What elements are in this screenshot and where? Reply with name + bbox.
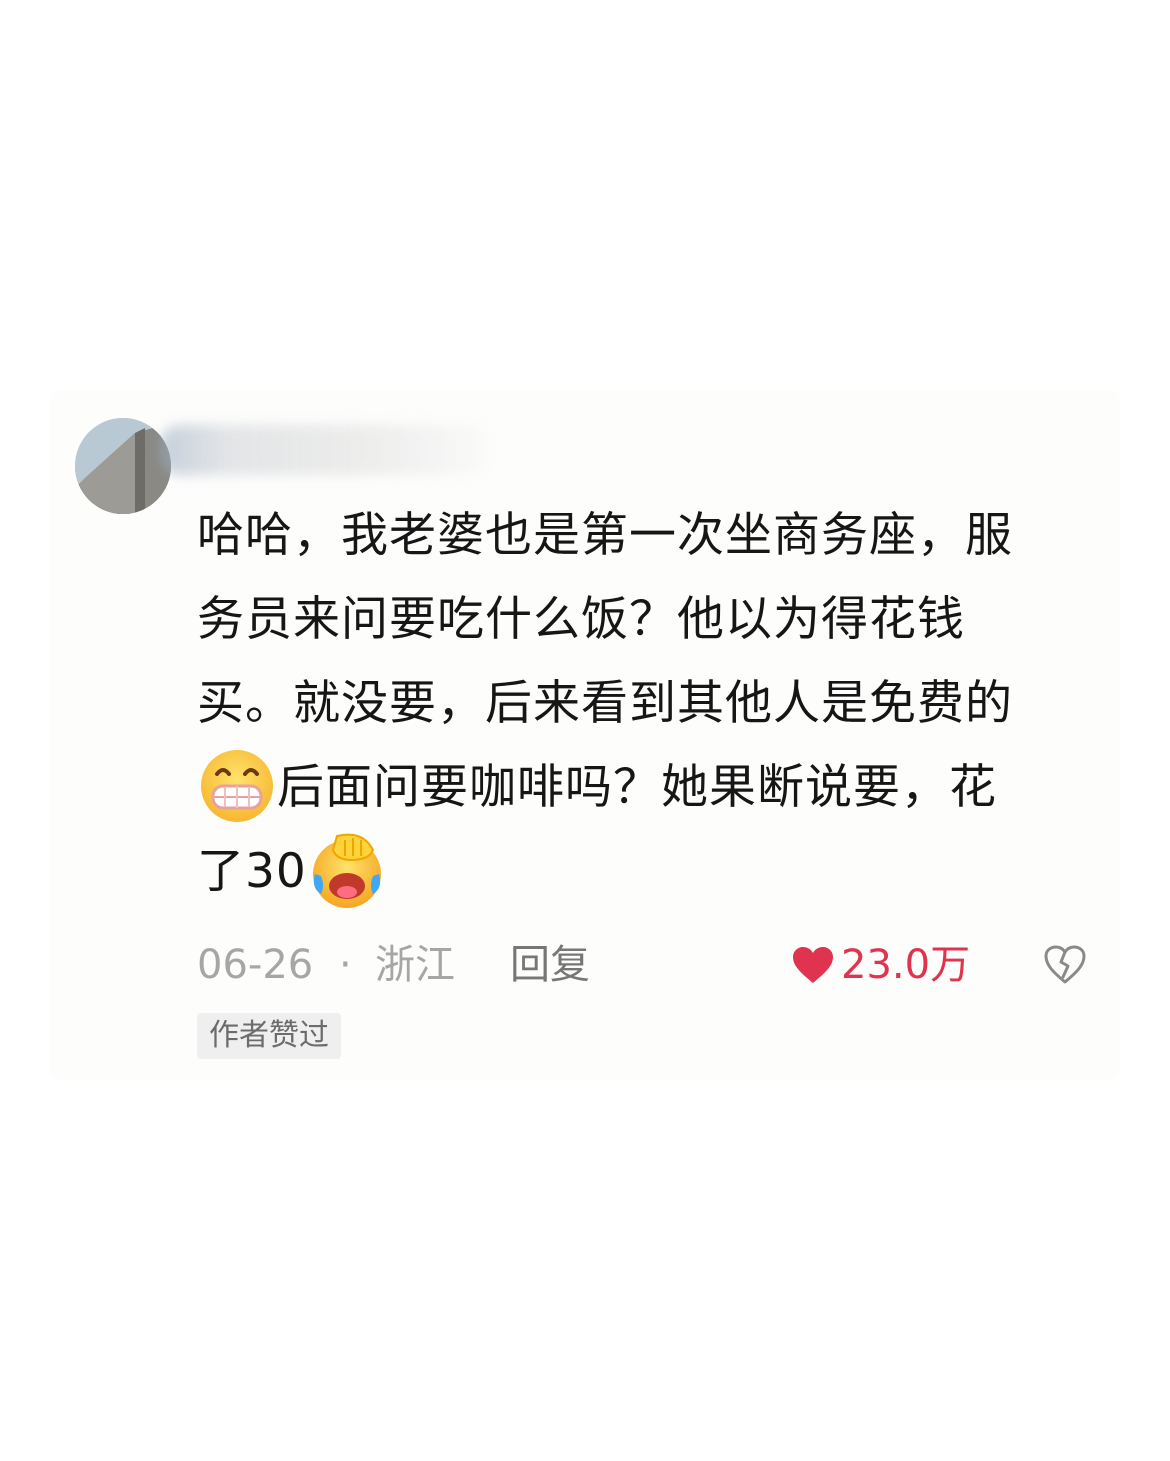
grinning-face-icon [201, 749, 273, 822]
reply-button[interactable]: 回复 [510, 935, 590, 995]
like-button[interactable]: 23.0万 [791, 935, 970, 995]
comment-line: 哈哈，我老婆也是第一次坐商务座，服 [197, 508, 1013, 563]
avatar[interactable] [75, 418, 171, 514]
comment-meta: 06-26 · 浙江 回复 23.0万 [197, 935, 1097, 995]
comment-line: 务员来问要吃什么饭？他以为得花钱 [197, 592, 965, 647]
facepalm-laughing-icon [312, 833, 381, 908]
comment-line-text: 了30 [197, 844, 307, 899]
author-liked-badge: 作者赞过 [197, 1013, 341, 1059]
comment-line-with-emoji: 了30 [197, 830, 1097, 914]
meta-separator: · [339, 942, 352, 988]
broken-heart-icon[interactable] [1043, 943, 1087, 987]
like-count: 23.0万 [841, 942, 971, 988]
heart-icon [793, 947, 833, 983]
comment-text: 哈哈，我老婆也是第一次坐商务座，服 务员来问要吃什么饭？他以为得花钱 买。就没要… [197, 494, 1097, 914]
comment-line-with-emoji: 后面问要咖啡吗？她果断说要，花 [197, 746, 1097, 830]
comment-line: 买。就没要，后来看到其他人是免费的 [197, 676, 1013, 731]
comment-location: 浙江 [375, 942, 455, 988]
comment-date: 06-26 [197, 942, 314, 988]
avatar-icon [75, 418, 171, 514]
username-blurred [160, 425, 490, 475]
comment-line-text: 后面问要咖啡吗？她果断说要，花 [277, 760, 997, 815]
